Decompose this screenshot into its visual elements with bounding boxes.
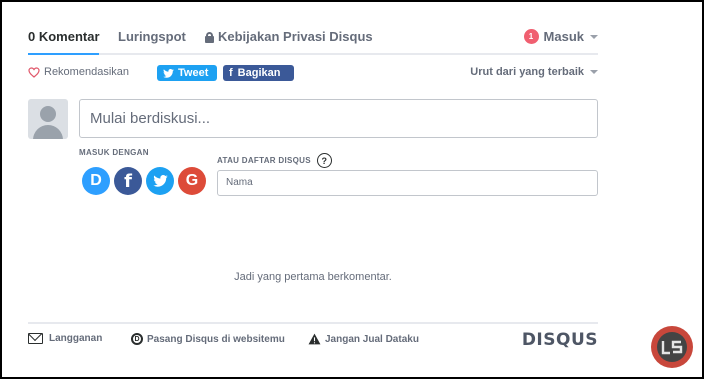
disqus-footer: Langganan D Pasang Disqus di websitemu J… bbox=[28, 322, 598, 354]
sort-dropdown[interactable]: Urut dari yang terbaik bbox=[470, 66, 598, 78]
tab-community[interactable]: Luringspot bbox=[118, 29, 186, 44]
chevron-down-icon bbox=[590, 70, 598, 74]
notification-badge: 1 bbox=[523, 29, 539, 44]
chevron-down-icon bbox=[590, 34, 598, 39]
login-with-label: MASUK DENGAN bbox=[79, 148, 149, 157]
login-twitter-button[interactable] bbox=[146, 167, 174, 195]
site-logo-icon bbox=[661, 340, 683, 355]
login-label: Masuk bbox=[543, 29, 584, 44]
share-label: Bagikan bbox=[237, 67, 281, 79]
disqus-logo[interactable]: DISQUS bbox=[522, 330, 598, 350]
login-disqus-button[interactable]: D bbox=[82, 167, 110, 195]
twitter-bird-icon bbox=[163, 68, 174, 78]
recommend-button[interactable]: Rekomendasikan bbox=[28, 66, 129, 78]
do-not-sell-link[interactable]: Jangan Jual Dataku bbox=[308, 333, 419, 345]
help-icon[interactable]: ? bbox=[316, 153, 332, 168]
site-logo-inner bbox=[657, 332, 687, 362]
lock-icon bbox=[205, 32, 214, 43]
register-label-text: ATAU DAFTAR DISQUS bbox=[217, 156, 311, 165]
tab-privacy-label: Kebijakan Privasi Disqus bbox=[218, 29, 373, 44]
recommend-label: Rekomendasikan bbox=[44, 66, 129, 78]
register-disqus-label: ATAU DAFTAR DISQUS ? bbox=[217, 153, 332, 168]
twitter-bird-icon bbox=[152, 175, 168, 187]
active-tab-indicator bbox=[28, 53, 99, 55]
facebook-share-button[interactable]: f Bagikan bbox=[223, 65, 294, 81]
avatar-head-shape bbox=[40, 106, 56, 122]
install-label: Pasang Disqus di websitemu bbox=[147, 333, 285, 345]
subscribe-label: Langganan bbox=[49, 333, 103, 344]
login-facebook-button[interactable]: f bbox=[114, 167, 142, 195]
discussion-toolbar: Rekomendasikan Tweet f Bagikan Urut dari… bbox=[28, 64, 598, 82]
sort-label: Urut dari yang terbaik bbox=[470, 66, 584, 78]
avatar-body-shape bbox=[33, 125, 63, 139]
tweet-button[interactable]: Tweet bbox=[157, 65, 217, 81]
empty-comments-message: Jadi yang pertama berkomentar. bbox=[234, 271, 392, 283]
disqus-d-icon: D bbox=[131, 333, 143, 345]
disqus-nav: 0 Komentar Luringspot Kebijakan Privasi … bbox=[28, 22, 598, 55]
subscribe-link[interactable]: Langganan bbox=[28, 333, 102, 344]
facebook-icon: f bbox=[229, 67, 233, 79]
heart-icon bbox=[28, 66, 40, 78]
envelope-icon bbox=[28, 333, 43, 344]
install-disqus-link[interactable]: D Pasang Disqus di websitemu bbox=[131, 333, 285, 345]
name-field[interactable]: Nama bbox=[217, 170, 598, 196]
window-frame: 0 Komentar Luringspot Kebijakan Privasi … bbox=[0, 0, 704, 379]
avatar bbox=[28, 99, 68, 139]
login-google-button[interactable]: G bbox=[178, 167, 206, 195]
login-menu[interactable]: 1 Masuk bbox=[523, 29, 598, 44]
do-not-sell-label: Jangan Jual Dataku bbox=[325, 333, 419, 345]
warning-icon bbox=[308, 333, 321, 345]
tab-comments[interactable]: 0 Komentar bbox=[28, 29, 100, 44]
tab-privacy-policy[interactable]: Kebijakan Privasi Disqus bbox=[205, 29, 373, 44]
site-logo-badge bbox=[651, 326, 693, 368]
comment-input[interactable]: Mulai berdiskusi... bbox=[79, 99, 598, 138]
tweet-label: Tweet bbox=[178, 67, 209, 79]
